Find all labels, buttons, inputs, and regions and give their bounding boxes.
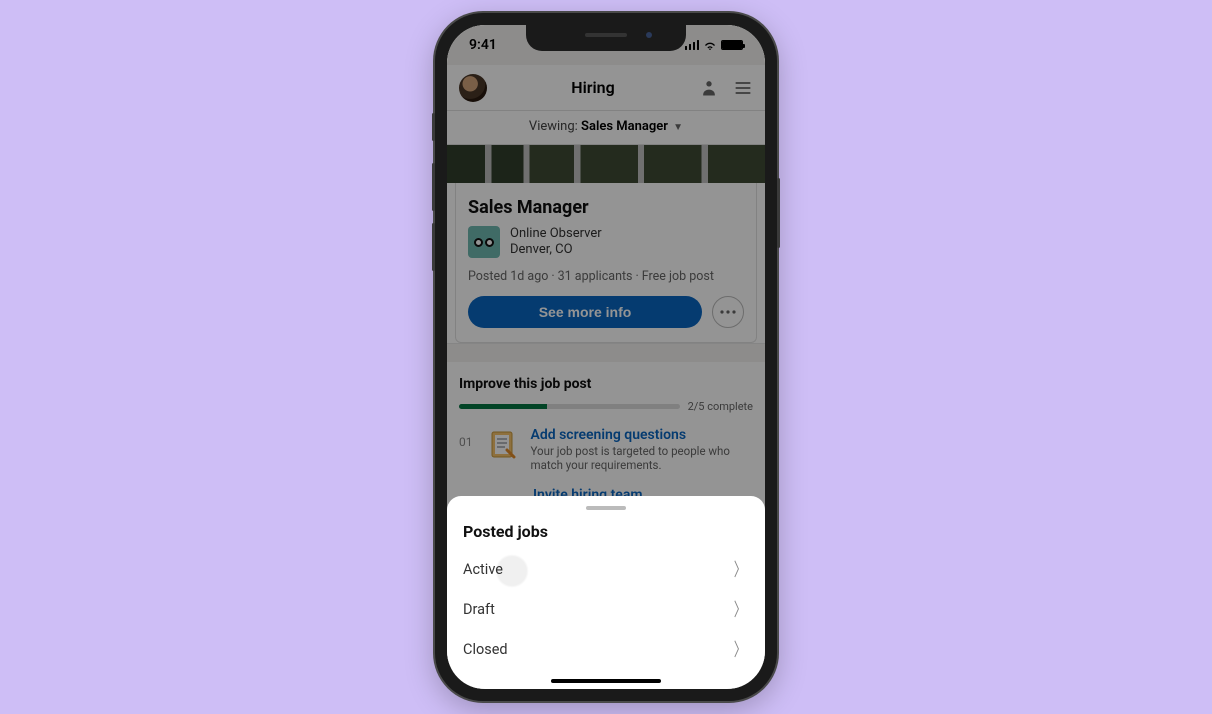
chevron-right-icon: 〉	[734, 636, 747, 662]
volume-up	[432, 163, 435, 211]
phone-screen: 9:41 Hiring Viewing: Sales Manager ▼	[447, 25, 765, 689]
sheet-option-active[interactable]: Active 〉	[463, 549, 749, 589]
sheet-option-draft[interactable]: Draft 〉	[463, 589, 749, 629]
phone-frame: 9:41 Hiring Viewing: Sales Manager ▼	[435, 13, 777, 701]
home-indicator[interactable]	[551, 679, 661, 683]
mute-switch	[432, 113, 435, 141]
sheet-option-closed[interactable]: Closed 〉	[463, 629, 749, 669]
chevron-right-icon: 〉	[734, 596, 747, 622]
bottom-sheet: Posted jobs Active 〉 Draft 〉 Closed 〉	[447, 496, 765, 689]
sheet-option-label: Active	[463, 561, 503, 578]
sheet-title: Posted jobs	[463, 522, 749, 541]
sheet-grabber[interactable]	[586, 506, 626, 510]
volume-down	[432, 223, 435, 271]
chevron-right-icon: 〉	[734, 556, 747, 582]
sheet-option-label: Closed	[463, 641, 508, 658]
notch	[526, 25, 686, 51]
sheet-option-label: Draft	[463, 601, 495, 618]
power-button	[777, 178, 780, 248]
